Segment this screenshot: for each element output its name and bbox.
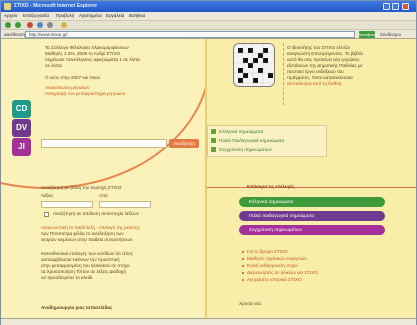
nav-item-greek-notes[interactable]: Ελληνικά σημειώματα <box>211 128 263 136</box>
right-column: Ο ιδιοκτήτης του ΣΤΙΧΟ ελπίζει αναγνώστη… <box>207 39 416 318</box>
badge-ji[interactable]: JI <box>12 138 31 156</box>
search-button[interactable]: Αναζήτηση <box>169 139 199 148</box>
maximize-button[interactable] <box>392 3 399 10</box>
browser-icon <box>4 3 11 10</box>
field-label-words: Λέξεις <box>41 193 54 198</box>
browser-window: ΣΤΙΧΟ - Microsoft Internet Explorer Αρχε… <box>0 0 417 325</box>
right-link[interactable]: Κοινή ενθάρρυνση στιχοί <box>247 263 298 268</box>
left-footer-heading: Αναδημιουργία μιας Ιστοσελίδας <box>41 305 113 310</box>
right-footer-heading: Χρυσά νέα <box>239 301 261 306</box>
favorites-icon[interactable] <box>61 22 67 28</box>
status-bar <box>1 318 416 325</box>
bullet-icon <box>242 272 244 274</box>
pill-old-notes[interactable]: Παλιά παιδαγωγικά σημειώματα <box>239 211 385 221</box>
query-title: Αναζήτηση με βάση την περιοχή ΣΤΙΧΟ <box>41 185 122 190</box>
intro-line: σε λίστα. <box>45 63 63 68</box>
menu-bar: Αρχείο Επεξεργασία Προβολή Αγαπημένα Εργ… <box>1 12 416 20</box>
bullet-icon <box>242 251 244 253</box>
section-rule <box>207 187 416 188</box>
page-content: Το Σύλλογο Φίλολογία πλακομορφίνσεων Μαθ… <box>1 39 416 318</box>
menu-help[interactable]: Βοήθεια <box>129 13 145 18</box>
menu-edit[interactable]: Επεξεργασία <box>23 13 49 18</box>
refresh-icon[interactable] <box>37 22 43 28</box>
address-bar: Διεύθυνση http://www.stixoi.gr/ Μετάβαση… <box>1 29 416 39</box>
nav-item-sync-notes[interactable]: Συγχρόνιση σημειωμάτων <box>211 146 272 154</box>
para2-line: νεαρών κειμένων στην παιδεία συναντήσεων… <box>41 237 134 242</box>
pill-greek-notes[interactable]: Ελληνικά σημειώματα <box>239 197 385 207</box>
right-link[interactable]: Αγοράσετε ιστορικά ΣΤΙΧΟ <box>247 277 302 282</box>
address-label: Διεύθυνση <box>4 32 25 37</box>
nav-item-old-notes[interactable]: Παλιά Παιδαγωγικά σημειώματα <box>211 137 284 145</box>
back-icon[interactable] <box>5 22 11 28</box>
menu-favorites[interactable]: Αγαπημένα <box>79 13 102 18</box>
window-title: ΣΤΙΧΟ - Microsoft Internet Explorer <box>14 3 98 9</box>
bullet-icon <box>242 265 244 267</box>
menu-view[interactable]: Προβολή <box>56 13 74 18</box>
go-button[interactable]: Μετάβαση <box>359 31 377 38</box>
toolbar <box>1 20 416 29</box>
stop-icon[interactable] <box>27 22 33 28</box>
bullet-icon <box>242 279 244 281</box>
right-link[interactable]: Μαθητές σχολικών ενεργειών <box>247 256 307 261</box>
minimize-button[interactable] <box>383 3 390 10</box>
close-button[interactable] <box>402 3 409 10</box>
crossword-image <box>233 43 275 87</box>
links-label[interactable]: Σύνδεσμοι <box>380 32 401 37</box>
left-column: Το Σύλλογο Φίλολογία πλακομορφίνσεων Μαθ… <box>1 39 211 318</box>
field-label-from: Από <box>99 193 108 198</box>
right-link[interactable]: Διερευνήσεις σε ηλικιών για ΣΤΙΧΟ <box>247 270 318 275</box>
ad-line[interactable]: αποτέλεσμα από τη διεθνή. <box>287 81 342 87</box>
home-icon[interactable] <box>47 22 53 28</box>
badge-cd[interactable]: CD <box>12 100 31 118</box>
crossword-grid-icon <box>234 44 274 86</box>
translation-link[interactable]: Αντιγραφή στο μετάφραστημα μητρώου <box>45 91 125 97</box>
nav-label: Συγχρόνιση σημειωμάτων <box>219 147 272 152</box>
words-input[interactable] <box>41 201 93 208</box>
nav-bullet-icon <box>211 138 216 144</box>
title-bar: ΣΤΙΧΟ - Microsoft Internet Explorer <box>1 1 416 12</box>
from-input[interactable] <box>99 201 151 208</box>
checkbox-label: Αναζήτηση σε απόλυτη αντιστοιχία λέξεων <box>53 211 139 216</box>
forward-icon[interactable] <box>15 22 21 28</box>
para3-line: να προσδιορίσει το κλειδί. <box>41 275 94 280</box>
pill-sync-notes[interactable]: Συγχρόνιση σημειωμάτων <box>239 225 385 235</box>
right-link[interactable]: Για το δρόμο ΣΤΙΧΟ <box>247 249 288 254</box>
nav-bullet-icon <box>211 147 216 153</box>
featured-heading: Επίκαιρα τις επιλογές <box>247 184 295 189</box>
nav-bullet-icon <box>211 129 216 135</box>
nav-panel: Ελληνικά σημειώματα Παλιά Παιδαγωγικά ση… <box>207 125 327 157</box>
nav-label: Ελληνικά σημειώματα <box>219 129 264 134</box>
sub-heading: Ο νέος στην 2007 και ποιοι <box>45 75 100 80</box>
exact-match-checkbox[interactable] <box>44 212 49 217</box>
nav-label: Παλιά Παιδαγωγικά σημειώματα <box>219 138 285 143</box>
address-input[interactable]: http://www.stixoi.gr/ <box>25 31 355 38</box>
badge-dv[interactable]: DV <box>12 119 31 137</box>
menu-file[interactable]: Αρχείο <box>4 13 17 18</box>
menu-tools[interactable]: Εργαλεία <box>106 13 124 18</box>
bullet-icon <box>242 258 244 260</box>
search-input[interactable] <box>41 139 167 148</box>
